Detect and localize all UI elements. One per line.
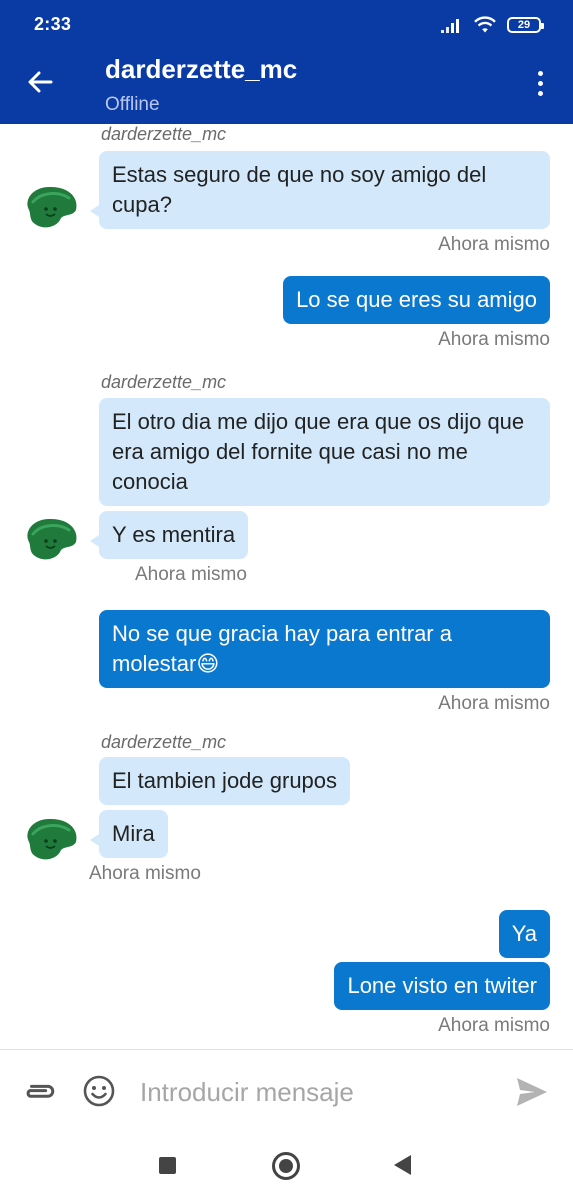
chat-title: darderzette_mc	[105, 54, 298, 84]
avatar[interactable]	[21, 180, 81, 232]
message-bubble-outgoing[interactable]: Lo se que eres su amigo	[283, 276, 550, 324]
paperclip-icon[interactable]	[22, 1074, 58, 1110]
signal-icon	[441, 17, 463, 33]
message-bubble-outgoing[interactable]: Ya	[498, 910, 550, 958]
recent-apps-icon[interactable]	[159, 1157, 176, 1174]
battery-icon: 29	[507, 17, 544, 33]
avatar[interactable]	[21, 512, 81, 564]
message-bubble-incoming[interactable]: El otro dia me dijo que era que os dijo …	[99, 398, 550, 506]
arrow-left-icon	[28, 71, 53, 93]
more-options-button[interactable]	[525, 66, 555, 100]
message-time: Ahora mismo	[135, 564, 247, 585]
message-time: Ahora mismo	[438, 234, 550, 255]
message-input[interactable]	[140, 1072, 480, 1112]
battery-level: 29	[517, 19, 531, 31]
send-icon[interactable]	[515, 1076, 549, 1108]
message-time: Ahora mismo	[438, 693, 550, 714]
home-icon[interactable]	[272, 1152, 300, 1180]
status-time: 2:33	[34, 14, 72, 34]
message-bubble-outgoing[interactable]: No se que gracia hay para entrar a moles…	[99, 610, 550, 688]
presence-status: Offline	[105, 94, 160, 115]
more-vertical-icon	[537, 70, 543, 76]
message-bubble-incoming[interactable]: Y es mentira	[89, 511, 249, 559]
message-composer	[0, 1049, 573, 1133]
system-nav-bar	[0, 1133, 573, 1200]
message-bubble-incoming[interactable]: Mira	[90, 810, 168, 858]
message-bubble-incoming[interactable]: Estas seguro de que no soy amigo del cup…	[90, 151, 550, 229]
message-list[interactable]: darderzette_mc Estas seguro de que no so…	[0, 124, 573, 1049]
sender-name: darderzette_mc	[101, 124, 227, 144]
message-bubble-incoming[interactable]: El tambien jode grupos	[99, 757, 351, 805]
status-icons: 29	[441, 14, 544, 36]
sender-name: darderzette_mc	[101, 732, 227, 752]
avatar[interactable]	[21, 812, 81, 864]
message-bubble-outgoing[interactable]: Lone visto en twiter	[334, 962, 550, 1010]
back-icon[interactable]	[394, 1155, 411, 1175]
emoji-icon[interactable]	[82, 1074, 116, 1108]
message-time: Ahora mismo	[438, 329, 550, 350]
sender-name: darderzette_mc	[101, 372, 227, 392]
wifi-icon	[474, 16, 496, 33]
app-header: 2:33 29 darderzette_mc Offline	[0, 0, 573, 124]
back-button[interactable]	[22, 64, 58, 100]
message-time: Ahora mismo	[438, 1015, 550, 1036]
message-time: Ahora mismo	[89, 863, 201, 884]
